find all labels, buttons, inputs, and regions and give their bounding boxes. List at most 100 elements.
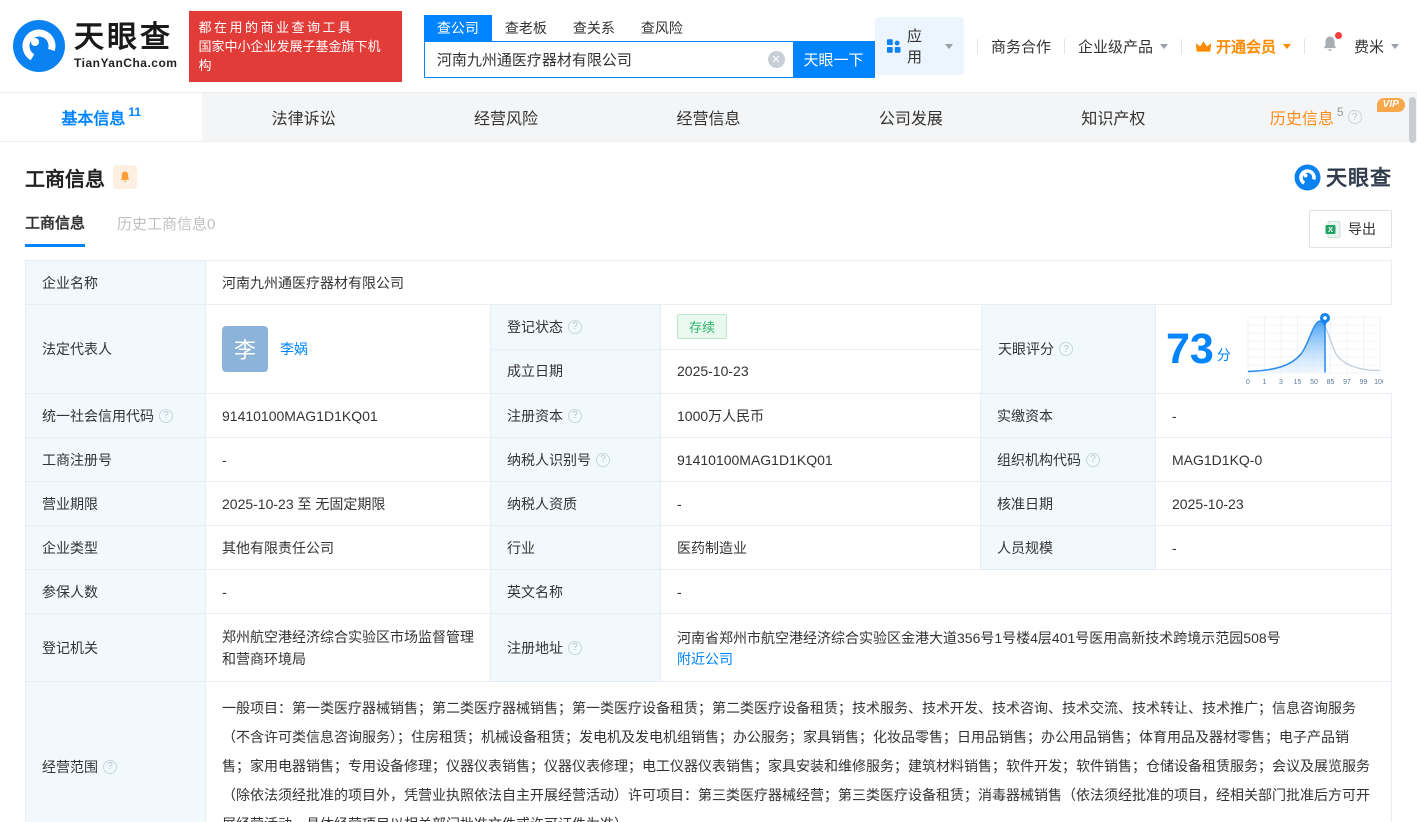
score-label-cell: 天眼评分 ? [981,305,1156,393]
watermark: 天眼查 [1294,162,1392,192]
bell-icon [118,170,132,184]
tab-label: 基本信息 [61,105,125,129]
slogan-line1: 都在用的商业查询工具 [198,18,392,37]
business-scope-label: 经营范围 [42,757,98,777]
apps-menu[interactable]: 应用 [875,17,965,75]
tab-intellectual-property[interactable]: 知识产权 [1012,93,1214,141]
axis-tick: 3 [1279,379,1283,386]
open-vip-menu[interactable]: 开通会员 [1195,36,1291,57]
tab-legal-proceedings[interactable]: 法律诉讼 [202,93,404,141]
tab-operation-info[interactable]: 经营信息 [607,93,809,141]
reg-capital-value: 1000万人民币 [661,394,981,437]
taxpayer-id-value: 91410100MAG1D1KQ01 [661,438,981,481]
business-scope-cell: 一般项目：第一类医疗器械销售；第二类医疗器械销售；第一类医疗设备租赁；第二类医疗… [206,682,1391,822]
vip-badge: VIP [1377,98,1405,112]
chevron-down-icon [945,44,953,49]
scrollbar[interactable] [1409,97,1416,143]
divider [1064,39,1065,54]
tab-label: 经营信息 [676,105,740,129]
tab-history-info[interactable]: VIP 历史信息 5 ? [1215,93,1417,141]
nearby-companies-link[interactable]: 附近公司 [677,651,733,667]
user-menu[interactable]: 费米 [1354,36,1399,57]
tianyancha-page: 天眼查 TianYanCha.com 都在用的商业查询工具 国家中小企业发展子基… [0,0,1417,822]
legal-rep-link[interactable]: 李娲 [280,339,308,359]
establish-date-label: 成立日期 [491,350,661,394]
industry-value: 医药制造业 [661,526,981,569]
slogan-banner: 都在用的商业查询工具 国家中小企业发展子基金旗下机构 [189,11,401,82]
credit-code-value: 91410100MAG1D1KQ01 [206,394,491,437]
help-icon[interactable]: ? [159,409,173,423]
tab-basic-info[interactable]: 基本信息 11 [0,93,202,141]
business-term-value: 2025-10-23 至 无固定期限 [206,482,491,525]
open-vip-label: 开通会员 [1216,36,1276,57]
excel-icon: X [1325,221,1341,238]
score-cell: 73 分 [1156,305,1393,393]
reg-capital-label-cell: 注册资本 ? [491,394,661,437]
reg-address-label-cell: 注册地址 ? [491,614,661,681]
svg-text:X: X [1328,225,1333,234]
help-icon[interactable]: ? [1059,342,1073,356]
clear-icon[interactable]: ✕ [768,51,785,68]
staff-size-label: 人员规模 [981,526,1156,569]
tab-count: 11 [128,105,141,119]
axis-tick: 85 [1326,379,1334,386]
score-unit: 分 [1217,345,1231,365]
help-icon[interactable]: ? [1086,453,1100,467]
brand-logo[interactable]: 天眼查 TianYanCha.com [12,19,177,73]
notification-badge [1335,32,1342,39]
search-input[interactable] [437,51,768,68]
export-label: 导出 [1348,219,1376,239]
enterprise-products-menu[interactable]: 企业级产品 [1078,36,1168,57]
help-icon[interactable]: ? [568,409,582,423]
chevron-down-icon [1391,44,1399,49]
business-term-label: 营业期限 [26,482,206,525]
business-scope-label-cell: 经营范围 ? [26,682,206,822]
search-row: ✕ 天眼一下 [424,41,875,78]
status-badge: 存续 [677,314,727,339]
reg-address-block: 河南省郑州市航空港经济综合实验区金港大道356号1号楼4层401号医用高新技术跨… [677,627,1281,669]
reg-address-label: 注册地址 [507,638,563,658]
reg-status-label-cell: 登记状态 ? [491,305,661,349]
crown-icon [1195,39,1212,54]
tab-operation-risk[interactable]: 经营风险 [405,93,607,141]
help-icon[interactable]: ? [568,641,582,655]
help-icon[interactable]: ? [596,453,610,467]
english-name-value: - [661,570,1391,613]
search-tab-boss[interactable]: 查老板 [492,15,560,41]
legal-rep-label: 法定代表人 [26,305,206,393]
chevron-down-icon [1283,44,1291,49]
export-button[interactable]: X 导出 [1309,210,1392,248]
tab-company-development[interactable]: 公司发展 [810,93,1012,141]
business-info-table: 企业名称 河南九州通医疗器材有限公司 法定代表人 李 李娲 登记状态 ? 存续 [25,260,1392,822]
taxpayer-quality-value: - [661,482,981,525]
cooperation-link[interactable]: 商务合作 [991,36,1051,57]
subtab-history-business-info[interactable]: 历史工商信息0 [117,213,215,245]
subtab-business-info[interactable]: 工商信息 [25,212,85,247]
table-row: 企业名称 河南九州通医疗器材有限公司 [26,261,1391,305]
staff-size-value: - [1156,526,1391,569]
table-row: 工商注册号 - 纳税人识别号 ? 91410100MAG1D1KQ01 组织机构… [26,438,1391,482]
reg-status-cell: 存续 [661,305,981,349]
brand-logo-text: 天眼查 TianYanCha.com [74,23,177,69]
tab-label: 公司发展 [879,105,943,129]
english-name-label: 英文名称 [491,570,661,613]
axis-tick: 100 [1374,379,1383,386]
approve-date-value: 2025-10-23 [1156,482,1391,525]
help-icon[interactable]: ? [1348,110,1362,124]
table-row: 经营范围 ? 一般项目：第一类医疗器械销售；第二类医疗器械销售；第一类医疗设备租… [26,682,1391,822]
paid-capital-value: - [1156,394,1391,437]
tab-label: 历史信息 [1270,105,1334,129]
insured-count-label: 参保人数 [26,570,206,613]
help-icon[interactable]: ? [568,320,582,334]
avatar[interactable]: 李 [222,326,268,372]
notifications-button[interactable] [1320,34,1340,58]
subscribe-bell-button[interactable] [113,165,137,189]
search-tab-risk[interactable]: 查风险 [628,15,696,41]
approve-date-label: 核准日期 [981,482,1156,525]
search-button[interactable]: 天眼一下 [793,41,875,78]
legal-rep-cell: 李 李娲 [206,305,491,393]
search-tab-company[interactable]: 查公司 [424,15,492,41]
brand-name: 天眼查 [74,23,177,53]
search-tab-relation[interactable]: 查关系 [560,15,628,41]
help-icon[interactable]: ? [103,760,117,774]
